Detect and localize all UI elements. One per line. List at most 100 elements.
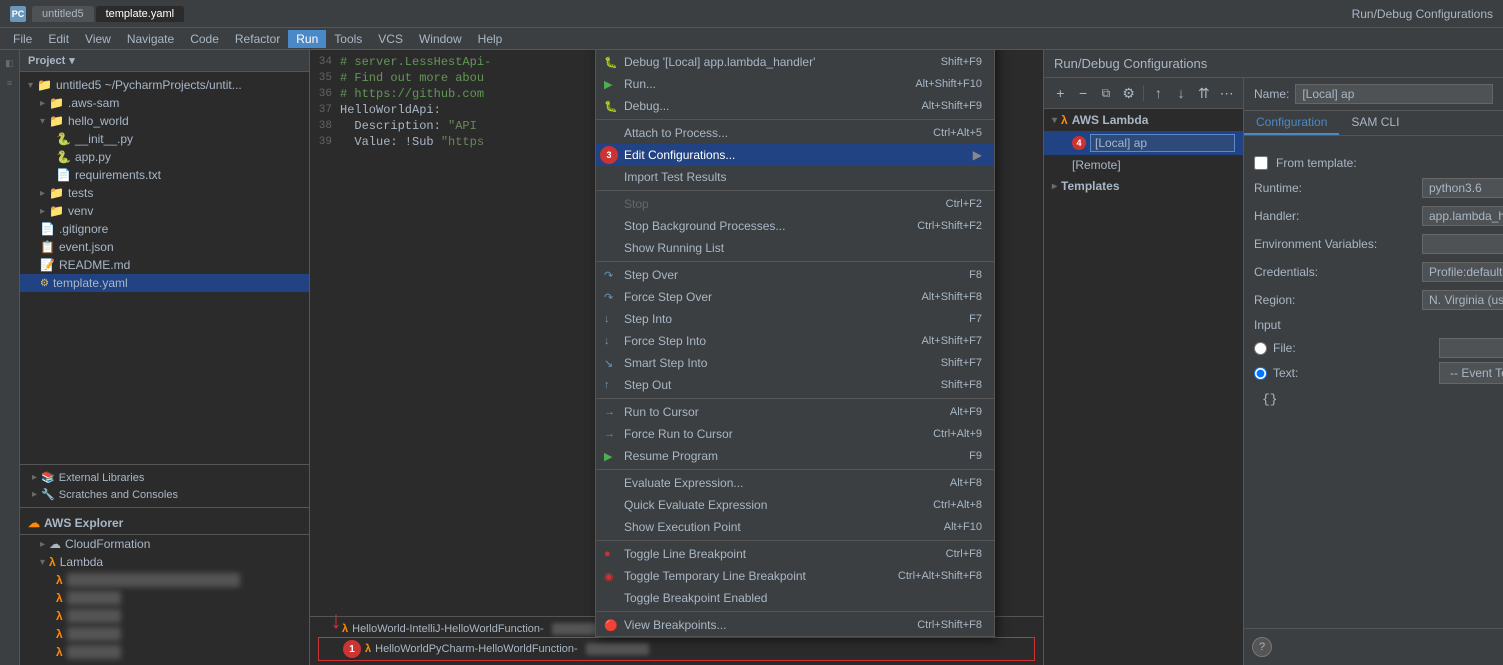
show-running-item[interactable]: Show Running List <box>596 237 994 259</box>
lambda-fn-2[interactable]: λ fn2blurred <box>20 589 309 607</box>
smart-step-into-item[interactable]: ↘ Smart Step Into Shift+F7 <box>596 352 994 374</box>
lambda-item[interactable]: ▾ λ Lambda <box>20 553 309 571</box>
toggle-temp-bp-item[interactable]: ◉ Toggle Temporary Line Breakpoint Ctrl+… <box>596 565 994 587</box>
lambda-fn-4[interactable]: λ fn4blurred <box>20 625 309 643</box>
evaluate-expr-item[interactable]: Evaluate Expression... Alt+F8 <box>596 472 994 494</box>
move-up-button[interactable]: ↑ <box>1148 82 1169 104</box>
tree-item-template-yaml[interactable]: ⚙ template.yaml <box>20 274 309 292</box>
force-run-to-cursor-item[interactable]: → Force Run to Cursor Ctrl+Alt+9 <box>596 423 994 445</box>
tree-item-hello-world[interactable]: ▾ 📁 hello_world <box>20 112 309 130</box>
tree-label-gitignore: .gitignore <box>59 222 108 236</box>
tree-item-app[interactable]: 🐍 app.py <box>20 148 309 166</box>
text-radio[interactable] <box>1254 367 1267 380</box>
aws-explorer-header[interactable]: ☁ AWS Explorer <box>20 512 309 535</box>
external-libraries-item[interactable]: ▸ 📚 External Libraries <box>28 469 301 486</box>
tree-item-venv[interactable]: ▸ 📁 venv <box>20 202 309 220</box>
tree-item-init[interactable]: 🐍 __init__.py <box>20 130 309 148</box>
aws-lambda-group[interactable]: ▾ λ AWS Lambda <box>1044 109 1243 131</box>
quick-evaluate-item[interactable]: Quick Evaluate Expression Ctrl+Alt+8 <box>596 494 994 516</box>
debug-app-item[interactable]: 🐛 Debug '[Local] app.lambda_handler' Shi… <box>596 51 994 73</box>
step-over-item[interactable]: ↷ Step Over F8 <box>596 264 994 286</box>
remove-config-button[interactable]: − <box>1073 82 1094 104</box>
toggle-bp-enabled-item[interactable]: Toggle Breakpoint Enabled <box>596 587 994 609</box>
env-vars-input[interactable] <box>1422 234 1503 254</box>
tree-item-root[interactable]: ▾ 📁 untitled5 ~/PycharmProjects/untit... <box>20 76 309 94</box>
menu-window[interactable]: Window <box>411 30 470 48</box>
run-to-cursor-item[interactable]: → Run to Cursor Alt+F9 <box>596 401 994 423</box>
smart-step-into-icon: ↘ <box>604 357 613 370</box>
add-config-button[interactable]: + <box>1050 82 1071 104</box>
lambda-fn-3-label: fn3blurred <box>67 609 121 623</box>
resume-program-item[interactable]: ▶ Resume Program F9 <box>596 445 994 467</box>
event-templates-select[interactable]: -- Event Templates -- <box>1439 362 1503 384</box>
settings-config-button[interactable]: ⚙ <box>1118 82 1139 104</box>
name-input[interactable] <box>1295 84 1493 104</box>
menu-edit[interactable]: Edit <box>40 30 77 48</box>
step-into-item[interactable]: ↓ Step Into F7 <box>596 308 994 330</box>
show-execution-item[interactable]: Show Execution Point Alt+F10 <box>596 516 994 538</box>
tab-sam-cli[interactable]: SAM CLI <box>1339 111 1411 135</box>
lambda-list-item-pycharm[interactable]: 1 λ HelloWorldPyCharm-HelloWorldFunction… <box>318 637 1035 661</box>
from-template-checkbox[interactable] <box>1254 156 1268 170</box>
copy-config-button[interactable]: ⧉ <box>1096 82 1117 104</box>
lambda-fn-1[interactable]: λ HelloWorld-IntelliJ-HelloWorldFn <box>20 571 309 589</box>
stop-item[interactable]: Stop Ctrl+F2 <box>596 193 994 215</box>
menu-code[interactable]: Code <box>182 30 227 48</box>
attach-item[interactable]: Attach to Process... Ctrl+Alt+5 <box>596 122 994 144</box>
local-config-item[interactable]: 4 <box>1044 131 1243 155</box>
tab-configuration[interactable]: Configuration <box>1244 111 1339 135</box>
file-label: File: <box>1273 341 1433 355</box>
lambda-fn-3[interactable]: λ fn3blurred <box>20 607 309 625</box>
tree-label: untitled5 ~/PycharmProjects/untit... <box>56 78 242 92</box>
stop-bg-item[interactable]: Stop Background Processes... Ctrl+Shift+… <box>596 215 994 237</box>
more-button[interactable]: ⋯ <box>1216 82 1237 104</box>
smart-step-into-shortcut: Shift+F7 <box>941 357 982 369</box>
lambda-fn-5[interactable]: λ fn5blurred <box>20 643 309 661</box>
view-breakpoints-item[interactable]: 🔴 View Breakpoints... Ctrl+Shift+F8 <box>596 614 994 636</box>
menu-vcs[interactable]: VCS <box>370 30 411 48</box>
file-path-input[interactable] <box>1439 338 1503 358</box>
structure-icon[interactable]: ≡ <box>2 75 18 91</box>
menu-tools[interactable]: Tools <box>326 30 370 48</box>
menu-navigate[interactable]: Navigate <box>119 30 182 48</box>
tree-item-aws-sam[interactable]: ▸ 📁 .aws-sam <box>20 94 309 112</box>
force-step-over-item[interactable]: ↷ Force Step Over Alt+Shift+F8 <box>596 286 994 308</box>
handler-input[interactable] <box>1422 206 1503 226</box>
credentials-input[interactable] <box>1422 262 1503 282</box>
share-button[interactable]: ⇈ <box>1193 82 1214 104</box>
remote-config-item[interactable]: [Remote] <box>1044 155 1243 175</box>
tree-item-tests[interactable]: ▸ 📁 tests <box>20 184 309 202</box>
tree-item-requirements[interactable]: 📄 requirements.txt <box>20 166 309 184</box>
menu-run[interactable]: Run <box>288 30 326 48</box>
force-step-into-item[interactable]: ↓ Force Step Into Alt+Shift+F7 <box>596 330 994 352</box>
runtime-input[interactable] <box>1422 178 1503 198</box>
menu-refactor[interactable]: Refactor <box>227 30 288 48</box>
project-panel-header[interactable]: Project ▾ <box>20 50 309 72</box>
toggle-breakpoint-item[interactable]: ● Toggle Line Breakpoint Ctrl+F8 <box>596 543 994 565</box>
move-down-button[interactable]: ↓ <box>1171 82 1192 104</box>
scratches-item[interactable]: ▸ 🔧 Scratches and Consoles <box>28 486 301 503</box>
region-label: Region: <box>1254 293 1414 307</box>
debug-item[interactable]: 🐛 Debug... Alt+Shift+F9 <box>596 95 994 117</box>
tab-template-yaml[interactable]: template.yaml <box>96 6 184 22</box>
menu-help[interactable]: Help <box>470 30 511 48</box>
local-config-input[interactable] <box>1090 134 1235 152</box>
templates-group[interactable]: ▸ Templates <box>1044 175 1243 197</box>
region-input[interactable] <box>1422 290 1503 310</box>
cloudformation-item[interactable]: ▸ ☁ CloudFormation <box>20 535 309 553</box>
edit-configurations-item[interactable]: 3 Edit Configurations... ▶ <box>596 144 994 166</box>
run-item[interactable]: ▶ Run... Alt+Shift+F10 <box>596 73 994 95</box>
menu-view[interactable]: View <box>77 30 119 48</box>
tree-item-event-json[interactable]: 📋 event.json <box>20 238 309 256</box>
expand-icon: ▸ <box>40 206 45 217</box>
import-results-item[interactable]: Import Test Results <box>596 166 994 188</box>
project-icon[interactable]: ◧ <box>2 55 18 71</box>
help-button[interactable]: ? <box>1252 637 1272 657</box>
menu-file[interactable]: File <box>5 30 40 48</box>
tree-item-gitignore[interactable]: 📄 .gitignore <box>20 220 309 238</box>
step-out-item[interactable]: ↑ Step Out Shift+F8 <box>596 374 994 396</box>
file-radio[interactable] <box>1254 342 1267 355</box>
stop-shortcut: Ctrl+F2 <box>946 198 982 210</box>
tree-item-readme[interactable]: 📝 README.md <box>20 256 309 274</box>
tab-untitled5[interactable]: untitled5 <box>32 6 94 22</box>
